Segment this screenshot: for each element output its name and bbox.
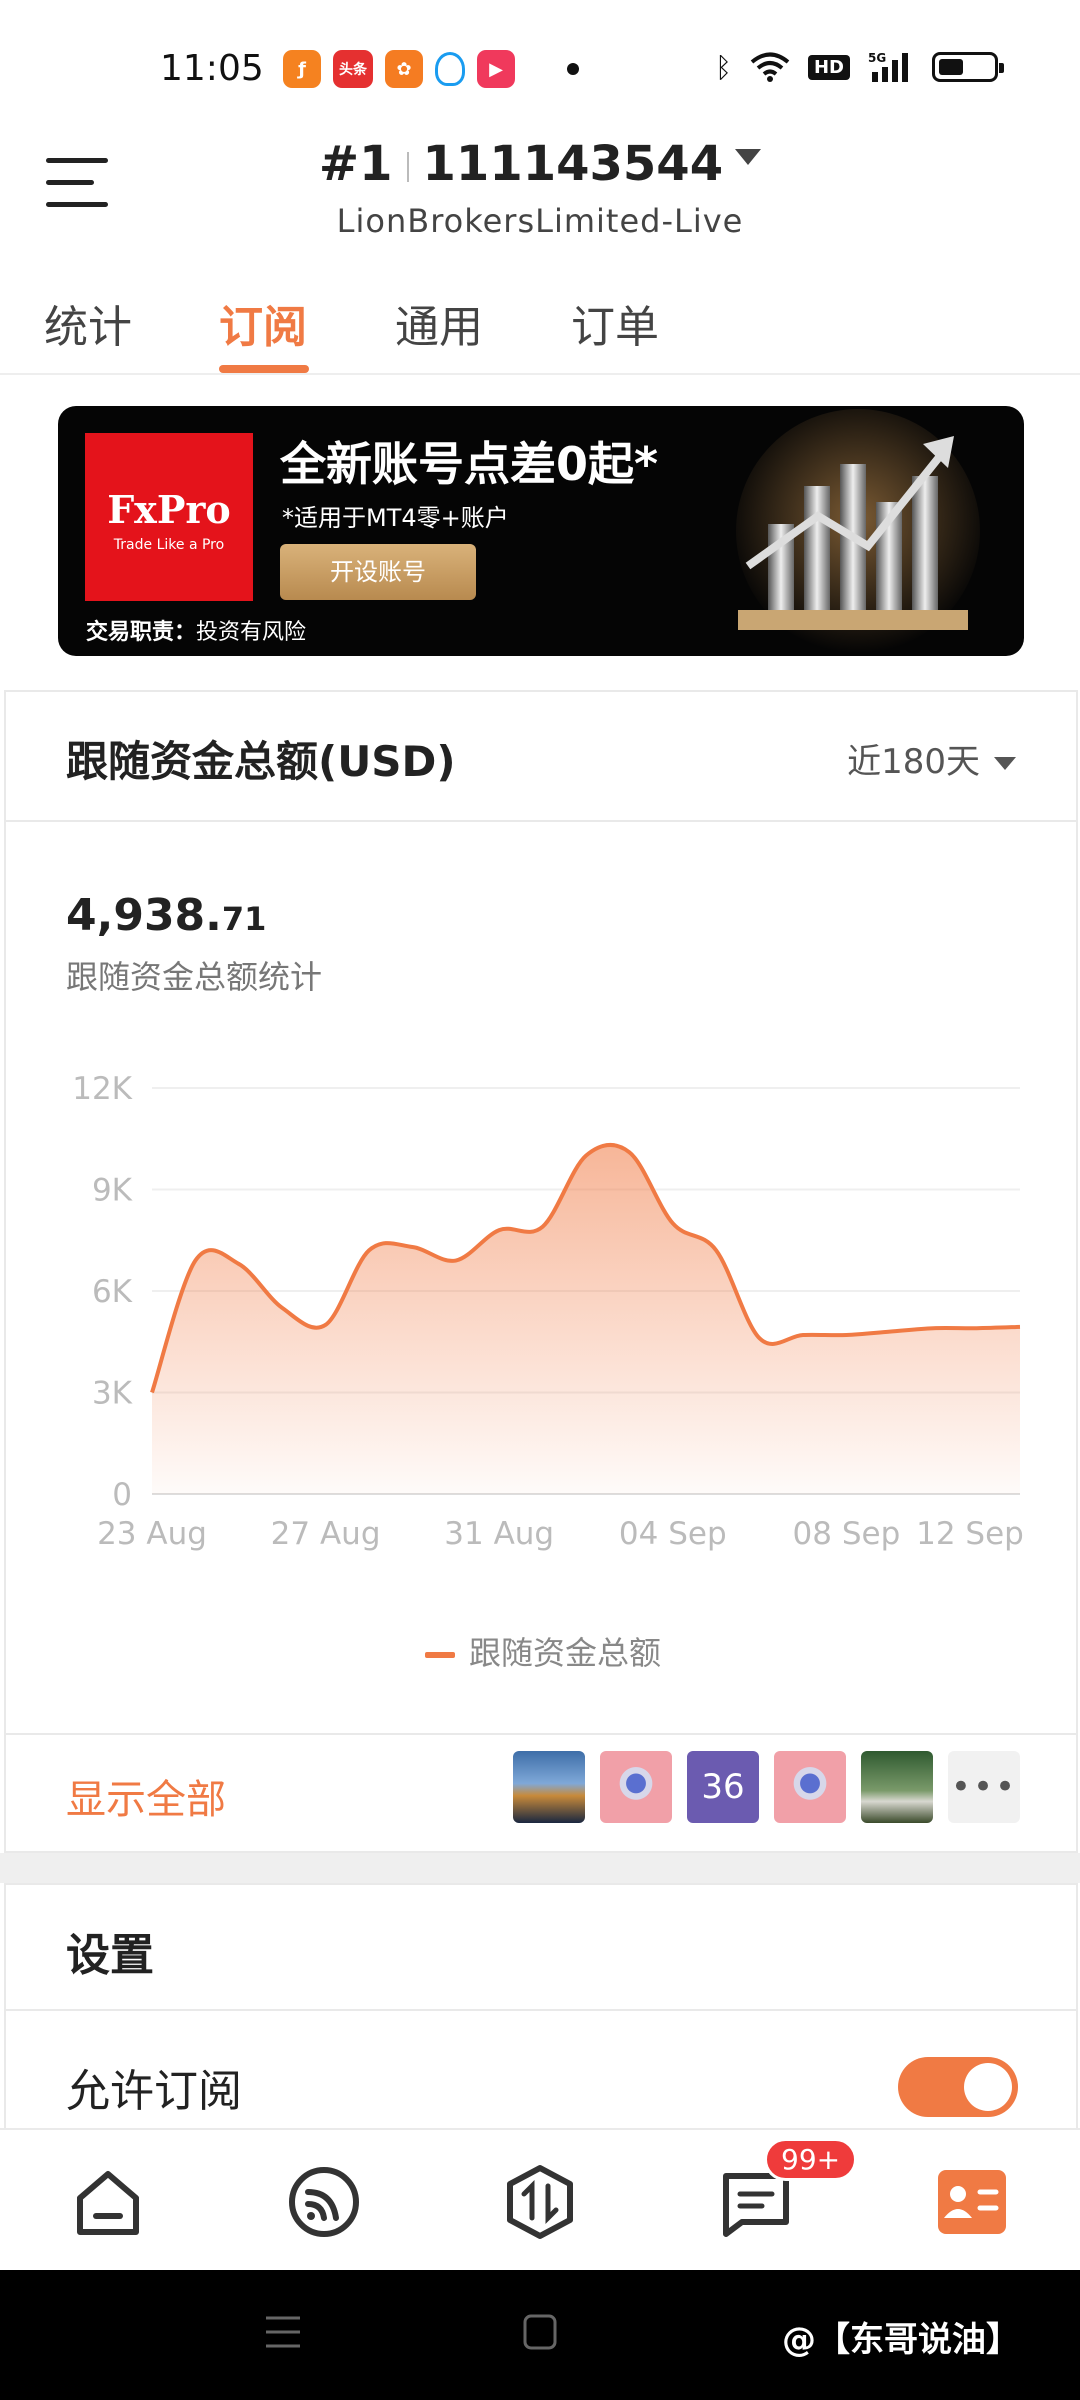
banner-risk-note: 交易职责：投资有风险 [86, 620, 307, 645]
y-tick-label: 9K [92, 1173, 133, 1209]
show-all-link[interactable]: 显示全部 [66, 1767, 226, 1825]
battery-icon [932, 52, 1004, 82]
tab-subscription[interactable]: 订阅 [219, 291, 307, 355]
card-title: 跟随资金总额(USD) [66, 737, 456, 786]
status-time: 11:05 [160, 48, 264, 89]
signal-icon: 5G [868, 51, 908, 82]
status-bar: 11:05 ƒ 头条 ✿ ▶ ᛒ HD 5G [0, 0, 1080, 140]
range-dropdown[interactable]: 近180天 [847, 734, 1016, 783]
legend-label: 跟随资金总额 [468, 1634, 661, 1672]
system-icons: ᛒ HD 5G [715, 50, 1004, 84]
followers-row: 显示全部 36 ••• [4, 1735, 1078, 1853]
tab-statistics[interactable]: 统计 [44, 291, 132, 355]
fan-app-icon: ✿ [385, 50, 423, 88]
recents-icon[interactable] [264, 2312, 302, 2352]
settings-header: 设置 [4, 1883, 1078, 2011]
chart-legend[interactable]: 跟随资金总额 [6, 1628, 1080, 1674]
allow-subscribe-label: 允许订阅 [66, 2066, 242, 2117]
funds-card-header: 跟随资金总额(USD) 近180天 [4, 690, 1078, 820]
avatar[interactable] [861, 1751, 933, 1823]
account-number: 111143544 [422, 136, 724, 192]
tab-general[interactable]: 通用 [395, 291, 483, 355]
x-tick-label: 08 Sep [793, 1516, 901, 1552]
qq-app-icon [435, 52, 465, 86]
home-button-icon[interactable] [522, 2312, 558, 2352]
wifi-icon [750, 52, 790, 82]
watermark: @【东哥说油】 [782, 2320, 1020, 2360]
account-index: #1 [318, 136, 393, 192]
more-followers-button[interactable]: ••• [948, 1751, 1020, 1823]
avatar[interactable] [774, 1751, 846, 1823]
hd-icon: HD [807, 54, 850, 80]
y-tick-label: 6K [92, 1274, 133, 1310]
follower-avatars: 36 ••• [513, 1751, 1020, 1823]
avatar[interactable] [513, 1751, 585, 1823]
x-tick-label: 27 Aug [271, 1516, 381, 1552]
bluetooth-icon: ᛒ [715, 50, 732, 84]
follower-count-badge[interactable]: 36 [687, 1751, 759, 1823]
funds-card-body: 4,938.71 跟随资金总额统计 12K 9K 6K 3K 0 23 Aug 27 Aug… [4, 820, 1078, 1735]
avatar[interactable] [600, 1751, 672, 1823]
banner-headline: 全新账号点差0起* [280, 437, 659, 491]
bottom-nav [0, 2128, 1080, 2270]
chevron-down-icon [994, 757, 1016, 770]
home-icon[interactable] [68, 2162, 148, 2242]
tab-orders[interactable]: 订单 [571, 291, 659, 355]
active-tab-indicator [219, 365, 309, 373]
ad-banner[interactable]: FxPro Trade Like a Pro 全新账号点差0起* *适用于MT4… [58, 406, 1024, 656]
x-tick-label: 12 Sep [916, 1516, 1024, 1552]
more-notifications-dot [567, 63, 579, 75]
banner-subline: *适用于MT4零+账户 [282, 504, 509, 532]
toutiao-app-icon: 头条 [333, 50, 373, 88]
video-app-icon: ▶ [477, 50, 515, 88]
legend-swatch [424, 1652, 455, 1658]
section-divider [0, 1853, 1080, 1883]
profile-icon[interactable] [932, 2162, 1012, 2242]
account-server: LionBrokersLimited-Live [336, 202, 744, 240]
brand-logo: FxPro Trade Like a Pro [85, 433, 253, 601]
messages-badge: 99+ [764, 2138, 858, 2181]
svg-text:5G: 5G [868, 51, 886, 65]
x-tick-label: 04 Sep [619, 1516, 727, 1552]
account-selector[interactable]: #1 111143544 [0, 136, 1080, 192]
y-tick-label: 3K [92, 1376, 133, 1412]
allow-subscribe-toggle[interactable] [898, 2057, 1018, 2117]
y-tick-label: 0 [112, 1477, 132, 1513]
series-area [152, 1144, 1020, 1494]
bar-chart-art-icon [736, 409, 980, 653]
settings-title: 设置 [66, 1930, 154, 1981]
x-tick-label: 23 Aug [97, 1516, 207, 1552]
x-tick-label: 31 Aug [444, 1516, 554, 1552]
allow-subscribe-row: 允许订阅 [4, 2011, 1078, 2131]
trade-icon[interactable] [500, 2162, 580, 2242]
chevron-down-icon [735, 149, 762, 165]
open-account-button[interactable]: 开设账号 [280, 544, 476, 600]
funds-area-chart: 12K 9K 6K 3K 023 Aug 27 Aug 31 Aug 04 Sep 08 Sep… [72, 1071, 1024, 1552]
y-tick-label: 12K [72, 1071, 132, 1107]
tab-bar: 统计 订阅 通用 订单 [0, 285, 1080, 375]
notification-icons: ƒ 头条 ✿ ▶ [283, 50, 579, 88]
signals-icon[interactable] [284, 2162, 364, 2242]
flame-app-icon: ƒ [283, 50, 321, 88]
